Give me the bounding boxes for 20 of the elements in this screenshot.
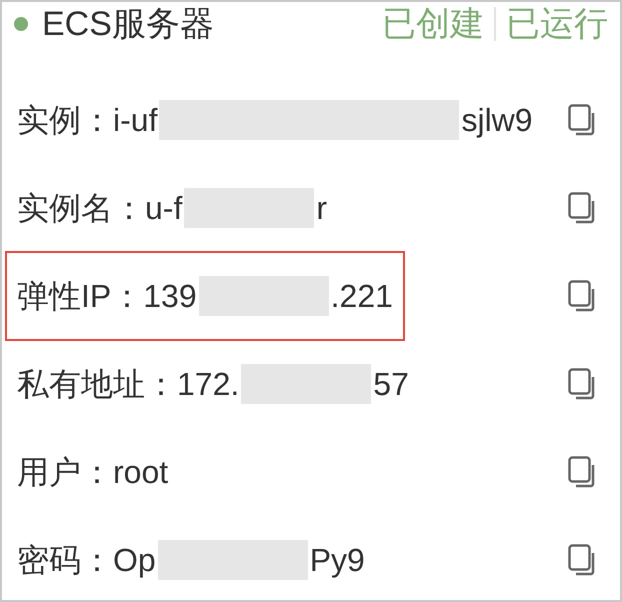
field-value: 139 <box>143 280 197 312</box>
field-label: 密码： <box>17 544 113 576</box>
field-value: .221 <box>330 280 393 312</box>
status-label: 已运行 <box>506 7 608 41</box>
field-value: i-uf <box>113 104 158 136</box>
field-label: 用户： <box>17 456 113 488</box>
field-label: 实例名： <box>17 192 145 224</box>
field-value: sjlw9 <box>461 104 533 136</box>
field-value: 57 <box>373 368 409 400</box>
status-label: 已创建 <box>382 7 484 41</box>
field-value: root <box>113 456 168 488</box>
field-value: r <box>316 192 327 224</box>
field-label: 弹性IP： <box>17 280 144 312</box>
panel-title: ECS服务器 <box>42 7 214 41</box>
field-value: u-f <box>145 192 182 224</box>
field-value: Op <box>113 544 156 576</box>
field-label: 实例： <box>17 104 113 136</box>
field-value: Py9 <box>310 544 365 576</box>
field-label: 私有地址： <box>17 368 177 400</box>
field-value: 172. <box>177 368 240 400</box>
